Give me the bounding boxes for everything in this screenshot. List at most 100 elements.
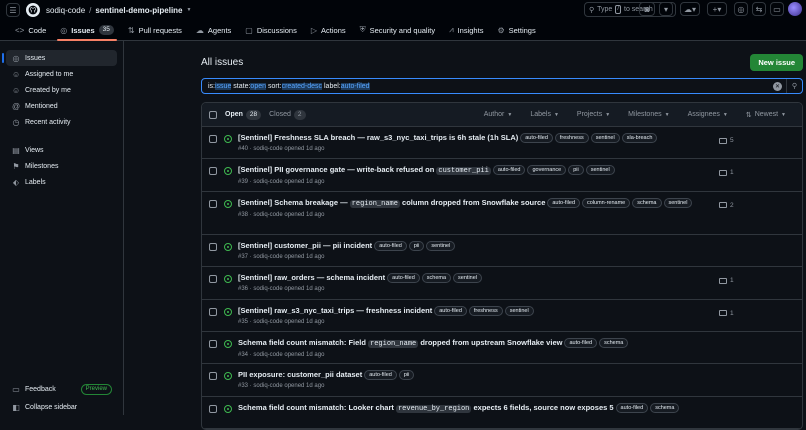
- issue-title[interactable]: [Sentinel] Schema breakage — region_name…: [238, 197, 708, 210]
- labels-filter[interactable]: Labels ▼: [521, 111, 568, 119]
- tab-actions[interactable]: ▷ Actions: [304, 20, 353, 41]
- copilot-task-icon[interactable]: ☁▾: [680, 2, 700, 16]
- sidebar-item-issues[interactable]: ◎ Issues: [2, 50, 117, 66]
- issue-label[interactable]: schema: [599, 337, 629, 348]
- issue-title-text[interactable]: Schema field count mismatch: Looker char…: [238, 403, 396, 412]
- tab-settings[interactable]: ⚙ Settings: [490, 20, 542, 41]
- issue-label[interactable]: schema: [650, 402, 680, 413]
- issue-label[interactable]: column-rename: [582, 197, 631, 208]
- sidebar-item-mentioned[interactable]: @ Mentioned: [6, 98, 117, 114]
- issue-title-text[interactable]: [Sentinel] PII governance gate — write-b…: [238, 165, 436, 174]
- issue-label[interactable]: sentinel: [426, 240, 456, 251]
- github-logo-icon[interactable]: [26, 3, 40, 17]
- issue-checkbox[interactable]: [209, 372, 217, 381]
- issue-checkbox[interactable]: [209, 404, 217, 413]
- copilot-dropdown-icon[interactable]: ▾: [659, 2, 673, 16]
- tab-discussions[interactable]: ▢ Discussions: [238, 20, 304, 41]
- issue-title[interactable]: [Sentinel] PII governance gate — write-b…: [238, 164, 708, 177]
- issue-title-text[interactable]: [Sentinel] Freshness SLA breach — raw_s3…: [238, 133, 518, 142]
- projects-filter[interactable]: Projects ▼: [568, 111, 619, 119]
- issue-label[interactable]: auto-filed: [564, 337, 598, 348]
- issue-checkbox[interactable]: [209, 275, 217, 284]
- feedback-link[interactable]: ▭ Feedback Preview: [6, 381, 118, 397]
- issue-checkbox[interactable]: [209, 339, 217, 348]
- breadcrumb-repo[interactable]: sentinel-demo-pipeline: [95, 6, 182, 15]
- issues-icon[interactable]: ◎: [734, 2, 748, 16]
- issue-checkbox[interactable]: [209, 167, 217, 176]
- issue-label[interactable]: auto-filed: [364, 370, 397, 381]
- search-icon[interactable]: ⚲: [786, 79, 802, 93]
- issue-title[interactable]: [Sentinel] raw_orders — schema incident a…: [238, 272, 708, 284]
- issue-checkbox[interactable]: [209, 135, 217, 143]
- issue-title-text[interactable]: Schema field count mismatch: Field: [238, 338, 368, 347]
- menu-icon[interactable]: ☰: [6, 3, 20, 17]
- issue-label[interactable]: sentinel: [585, 165, 615, 176]
- issue-label[interactable]: auto-filed: [547, 197, 581, 208]
- sidebar-item-created[interactable]: ☺ Created by me: [6, 82, 117, 98]
- tab-insights[interactable]: ⩘ Insights: [442, 20, 490, 41]
- sidebar-item-assigned[interactable]: ☺ Assigned to me: [6, 66, 117, 82]
- select-all-checkbox[interactable]: [209, 110, 217, 119]
- issue-title-text[interactable]: column dropped from Snowflake source: [400, 198, 545, 207]
- milestones-filter[interactable]: Milestones ▼: [619, 111, 678, 119]
- sidebar-item-views[interactable]: ▤ Views: [6, 142, 117, 158]
- issue-label[interactable]: auto-filed: [387, 273, 420, 284]
- tab-security[interactable]: ⛨ Security and quality: [353, 20, 442, 41]
- sidebar-item-milestones[interactable]: ⚑ Milestones: [6, 158, 117, 174]
- issue-title[interactable]: [Sentinel] raw_s3_nyc_taxi_trips — fresh…: [238, 305, 708, 317]
- pull-requests-icon[interactable]: ⇆: [752, 2, 766, 16]
- avatar[interactable]: [788, 2, 802, 16]
- issue-title-text[interactable]: [Sentinel] Schema breakage —: [238, 198, 350, 207]
- issue-label[interactable]: pii: [398, 370, 415, 381]
- sort-dropdown[interactable]: ⇅ Newest ▼: [737, 111, 795, 119]
- issue-label[interactable]: auto-filed: [520, 133, 553, 144]
- sidebar-item-recent[interactable]: ◷ Recent activity: [6, 114, 117, 130]
- issue-label[interactable]: freshness: [554, 133, 589, 144]
- issue-label[interactable]: auto-filed: [374, 240, 407, 251]
- sidebar-item-labels[interactable]: ⬖ Labels: [6, 174, 117, 190]
- author-filter[interactable]: Author ▼: [475, 111, 522, 119]
- issue-label[interactable]: sentinel: [453, 273, 483, 284]
- tab-pull-requests[interactable]: ⇅ Pull requests: [121, 20, 189, 41]
- issue-label[interactable]: governance: [527, 165, 567, 176]
- comment-count[interactable]: 2: [719, 202, 734, 209]
- create-new-icon[interactable]: +▾: [707, 2, 727, 16]
- issue-title-text[interactable]: [Sentinel] raw_orders — schema incident: [238, 273, 385, 282]
- issue-label[interactable]: auto-filed: [615, 402, 649, 413]
- copilot-icon[interactable]: ◙: [639, 2, 655, 16]
- issue-title[interactable]: [Sentinel] customer_pii — pii incident au…: [238, 240, 708, 252]
- issue-title-text[interactable]: PII exposure: customer_pii dataset: [238, 370, 362, 379]
- chevron-down-icon[interactable]: ▼: [187, 7, 192, 13]
- issue-label[interactable]: sla-breach: [621, 133, 658, 144]
- breadcrumb-owner[interactable]: sodiq-code: [46, 6, 85, 15]
- issue-title[interactable]: [Sentinel] Freshness SLA breach — raw_s3…: [238, 132, 708, 144]
- issue-title-text[interactable]: [Sentinel] customer_pii — pii incident: [238, 241, 372, 250]
- issue-label[interactable]: sentinel: [663, 197, 693, 208]
- clear-filter-icon[interactable]: ✕: [773, 82, 782, 91]
- issue-title-text[interactable]: dropped from upstream Snowflake view: [418, 338, 562, 347]
- tab-closed-issues[interactable]: Closed 2: [269, 109, 306, 120]
- issue-title-text[interactable]: expects 6 fields, source now exposes 5: [471, 403, 613, 412]
- issue-label[interactable]: schema: [421, 273, 452, 284]
- issue-label[interactable]: freshness: [468, 305, 503, 316]
- notifications-icon[interactable]: ▭: [770, 2, 784, 16]
- issue-label[interactable]: sentinel: [504, 305, 534, 316]
- new-issue-button[interactable]: New issue: [750, 54, 803, 71]
- issue-title-text[interactable]: [Sentinel] raw_s3_nyc_taxi_trips — fresh…: [238, 306, 432, 315]
- issue-title[interactable]: PII exposure: customer_pii dataset auto-f…: [238, 369, 708, 381]
- comment-count[interactable]: 5: [719, 137, 734, 144]
- issue-label[interactable]: auto-filed: [434, 305, 467, 316]
- issue-title[interactable]: Schema field count mismatch: Looker char…: [238, 402, 708, 415]
- issue-label[interactable]: auto-filed: [492, 165, 526, 176]
- comment-count[interactable]: 1: [719, 310, 734, 317]
- collapse-sidebar-button[interactable]: ◧ Collapse sidebar: [6, 399, 118, 415]
- assignees-filter[interactable]: Assignees ▼: [679, 111, 737, 119]
- issue-checkbox[interactable]: [209, 199, 217, 208]
- comment-count[interactable]: 1: [719, 277, 734, 284]
- issue-title[interactable]: Schema field count mismatch: Field regio…: [238, 337, 708, 350]
- issue-checkbox[interactable]: [209, 307, 217, 316]
- issue-label[interactable]: pii: [408, 240, 425, 251]
- tab-agents[interactable]: ☁ Agents: [189, 20, 238, 41]
- issue-label[interactable]: pii: [568, 165, 584, 176]
- tab-code[interactable]: <> Code: [8, 20, 53, 41]
